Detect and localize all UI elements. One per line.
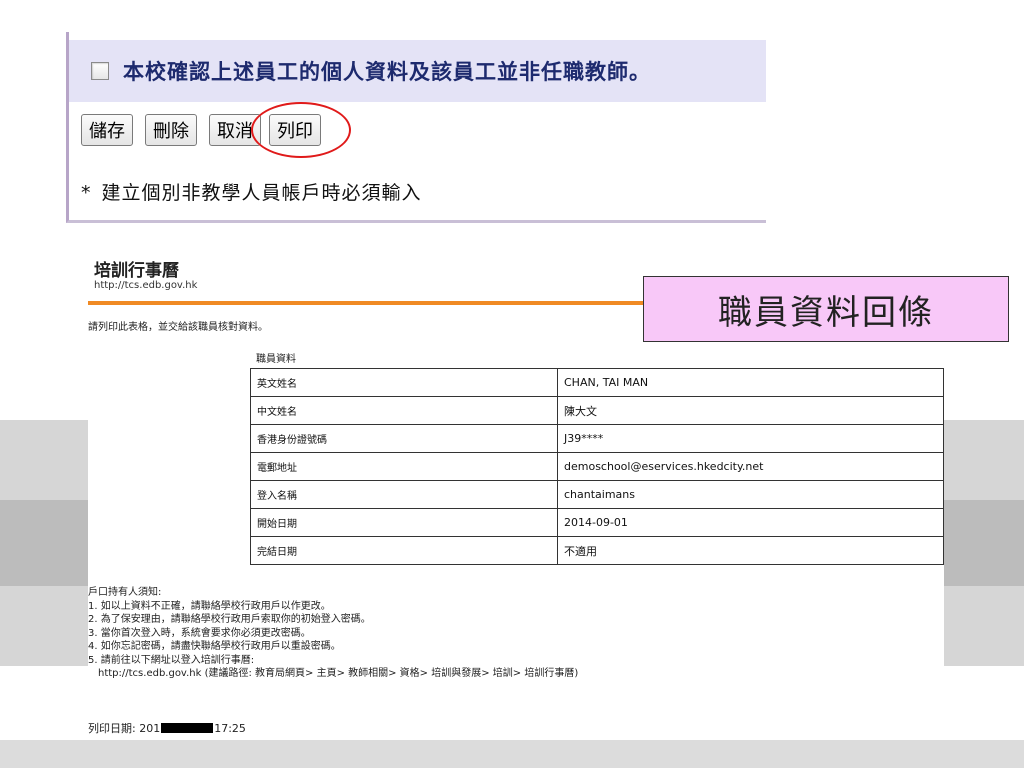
print-date: 列印日期: 201 17:25	[88, 720, 246, 736]
table-row: 完結日期 不適用	[250, 536, 944, 565]
form-panel: 本校確認上述員工的個人資料及該員工並非任職教師。 儲存 刪除 取消 列印 * 建立…	[66, 32, 766, 223]
row-label: 開始日期	[250, 508, 558, 537]
receipt-title: 培訓行事曆	[94, 261, 179, 281]
print-date-year: 201	[139, 721, 161, 735]
notice-item: 5. 請前往以下網址以登入培訓行事曆:	[88, 654, 255, 666]
table-row: 開始日期 2014-09-01	[250, 508, 944, 537]
notice-item: 4. 如你忘記密碼，請盡快聯絡學校行政用戶以重設密碼。	[88, 641, 341, 652]
table-row: 中文姓名 陳大文	[250, 396, 944, 425]
row-value: demoschool@eservices.hkedcity.net	[557, 452, 944, 481]
notice-item: 3. 當你首次登入時，系統會要求你必須更改密碼。	[88, 627, 311, 639]
callout-label: 職員資料回條	[643, 276, 1009, 342]
print-date-label: 列印日期:	[88, 722, 136, 735]
confirm-row: 本校確認上述員工的個人資料及該員工並非任職教師。	[69, 40, 766, 102]
receipt-url: http://tcs.edb.gov.hk	[94, 280, 198, 291]
required-note-text: 建立個別非教學人員帳戶時必須輸入	[101, 182, 422, 204]
redaction-bar	[161, 723, 214, 733]
notice-url-path: http://tcs.edb.gov.hk (建議路徑: 教育局網頁> 主頁> …	[98, 668, 579, 679]
background-band	[0, 740, 1024, 768]
required-note: * 建立個別非教學人員帳戶時必須輸入	[81, 178, 422, 205]
section-heading: 職員資料	[256, 354, 296, 365]
table-row: 登入名稱 chantaimans	[250, 480, 944, 509]
row-label: 香港身份證號碼	[250, 424, 558, 453]
row-label: 電郵地址	[250, 452, 558, 481]
row-label: 中文姓名	[250, 396, 558, 425]
table-row: 英文姓名 CHAN, TAI MAN	[250, 368, 944, 397]
table-row: 電郵地址 demoschool@eservices.hkedcity.net	[250, 452, 944, 481]
print-button-wrapper: 列印	[251, 102, 351, 158]
save-button[interactable]: 儲存	[81, 114, 133, 146]
row-label: 登入名稱	[250, 480, 558, 509]
row-value: CHAN, TAI MAN	[557, 368, 944, 397]
confirm-checkbox[interactable]	[91, 62, 109, 80]
confirm-text: 本校確認上述員工的個人資料及該員工並非任職教師。	[123, 59, 651, 84]
highlight-circle	[251, 102, 351, 158]
button-row: 儲存 刪除 取消 列印	[81, 102, 351, 158]
notice-title: 戶口持有人須知:	[88, 587, 162, 598]
receipt-instruction: 請列印此表格，並交給該職員核對資料。	[88, 322, 268, 333]
staff-info-table: 英文姓名 CHAN, TAI MAN 中文姓名 陳大文 香港身份證號碼 J39****…	[250, 368, 944, 565]
row-value: 陳大文	[557, 396, 944, 425]
row-value: chantaimans	[557, 480, 944, 509]
row-label: 英文姓名	[250, 368, 558, 397]
row-value: J39****	[557, 424, 944, 453]
notice-item: 1. 如以上資料不正確，請聯絡學校行政用戶以作更改。	[88, 600, 331, 612]
account-holder-notice: 戶口持有人須知: 1. 如以上資料不正確，請聯絡學校行政用戶以作更改。 2. 為…	[88, 586, 578, 681]
row-value: 不適用	[557, 536, 944, 565]
row-value: 2014-09-01	[557, 508, 944, 537]
notice-item: 2. 為了保安理由，請聯絡學校行政用戶索取你的初始登入密碼。	[88, 614, 371, 625]
row-label: 完結日期	[250, 536, 558, 565]
table-row: 香港身份證號碼 J39****	[250, 424, 944, 453]
print-time: 17:25	[214, 721, 246, 735]
required-asterisk: *	[81, 182, 92, 204]
delete-button[interactable]: 刪除	[145, 114, 197, 146]
